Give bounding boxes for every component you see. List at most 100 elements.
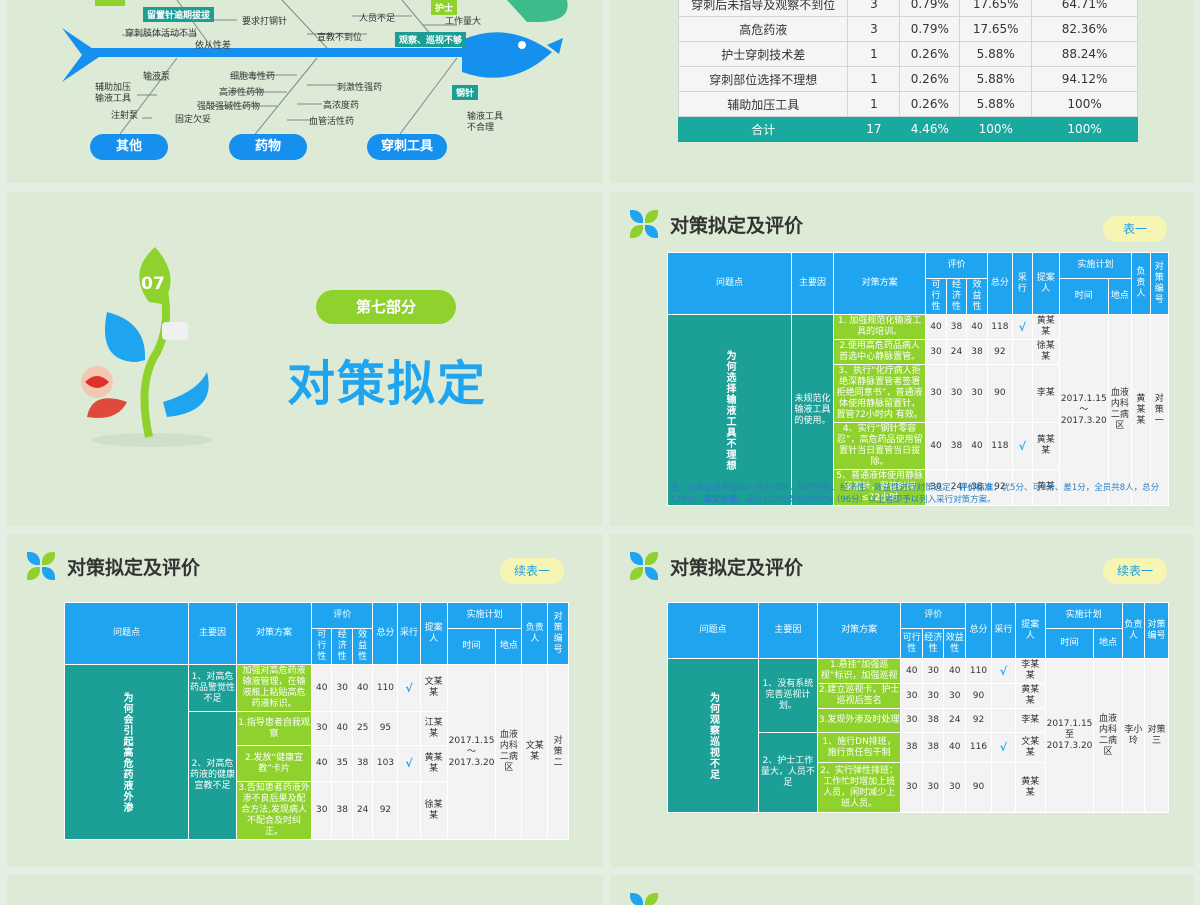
table-cell: 40	[966, 314, 988, 340]
slide-heading: 对策拟定及评价	[27, 552, 200, 580]
table-cell: 0.79%	[899, 16, 961, 42]
table-cell: 经济性	[331, 628, 353, 665]
plan-table-3: 问题点 主要因 对策方案 评价 总分 采行 提案人 实施计划 负责人 对策编号 可行性 经济性 效益性时…	[667, 602, 1169, 813]
table-cell	[397, 781, 421, 840]
table-cell: 100%	[959, 116, 1033, 142]
fishbone-label: 要求打钢针	[242, 17, 288, 27]
table-cell: 100%	[1031, 116, 1138, 142]
table-cell: 效益性	[943, 628, 966, 659]
plan-slide-2: 对策拟定及评价 续表一 问题点 主要因 对策方案 评价 总分 采行 提案人 实施计划 负责人 对策…	[7, 534, 603, 867]
slide-heading: 对策拟定及评价	[630, 552, 803, 580]
plan-slide-3: 对策拟定及评价 续表一 问题点 主要因 对策方案 评价 总分 采行 提案人 实施计划 负责人 对策…	[610, 534, 1194, 867]
fishbone-label: 血管活性药	[309, 117, 355, 127]
table-cell: 提案人	[1031, 252, 1060, 315]
table-cell: 地点	[495, 628, 523, 665]
table-row: 护士穿刺技术差 1 0.26% 5.88% 88.24%	[677, 41, 1138, 67]
table-cell: 总分	[965, 602, 992, 659]
table-cell: 采行	[397, 602, 421, 665]
fishbone-tag-top	[95, 0, 125, 6]
table-cell: 35	[331, 745, 353, 782]
table-cell: 1.悬挂“加强巡视”标识，加强巡视	[816, 658, 902, 684]
table-cell: 对策一	[1149, 314, 1170, 506]
table-cell: 实施计划	[1058, 252, 1133, 279]
table-cell: 92	[986, 339, 1013, 365]
table-cell: 对策二	[547, 664, 569, 840]
table-cell: √	[1011, 314, 1033, 340]
table-cell: 对策方案	[833, 252, 927, 315]
table-cell: 3	[847, 16, 901, 42]
table-cell: 黄某某	[1131, 314, 1151, 506]
fishbone-label: 输液泵	[143, 72, 171, 82]
table-cell: 40	[943, 658, 966, 684]
pareto-table: 穿刺后未指导及观察不到位 3 0.79% 17.65% 64.71% 高危药液 3 0.79%…	[677, 0, 1138, 142]
table-cell: 穿刺后未指导及观察不到位	[677, 0, 849, 17]
table-cell: 为何会引起高危药液外渗	[64, 664, 189, 840]
table-cell: 90	[965, 683, 992, 709]
table-cell: 黄某某	[1014, 683, 1046, 709]
table-cell: 为何选择输液工具不理想	[667, 314, 792, 506]
table-cell: 38	[921, 732, 945, 763]
next-slide-partial	[610, 875, 1194, 905]
table-cell: 经济性	[921, 628, 945, 659]
table-cell: 1	[847, 41, 901, 67]
table-row: 穿刺后未指导及观察不到位 3 0.79% 17.65% 64.71%	[677, 0, 1138, 17]
fishbone-slide: 留置针逾期拔拔 护士 观察、巡视不够 钢针 要求打钢针 穿刺肢体活动不当 依从性…	[7, 0, 603, 183]
table-cell: 38	[921, 708, 945, 733]
table-cell: 徐某某	[419, 781, 448, 840]
table-cell: 血液内科二病区	[1107, 314, 1133, 506]
table-cell: 江某某	[419, 711, 448, 746]
fishbone-category: 其他	[90, 134, 168, 160]
table-cell: 2.发放“健康宣教”卡片	[236, 745, 313, 782]
slide-title: 对策拟定及评价	[67, 556, 201, 579]
table-cell: 40	[311, 745, 333, 782]
table-cell: 总分	[372, 602, 399, 665]
table-cell: 负责人	[1121, 602, 1146, 659]
table-cell: 黄某某	[419, 745, 448, 782]
table-cell: 24	[943, 708, 966, 733]
table-row: 为何选择输液工具不理想 未规范化输液工具的使用。 1. 加强规范化输液工具的培训。 4…	[667, 314, 1170, 506]
table-row: 穿刺部位选择不理想 1 0.26% 5.88% 94.12%	[677, 66, 1138, 92]
plan-table-1: 问题点 主要因 对策方案 评价 总分 采行 提案人 实施计划 负责人 对策编号 可行性 经济性 效益性时…	[667, 252, 1170, 506]
table-cell: 30	[921, 658, 945, 684]
table-cell: 95	[372, 711, 399, 746]
table-cell	[990, 708, 1016, 733]
table-cell: 评价	[925, 252, 988, 279]
table-cell: 采行	[1011, 252, 1033, 315]
fishbone-label: 不合理	[467, 123, 495, 133]
table-cell: 提案人	[1014, 602, 1046, 659]
table-cell: 对策方案	[816, 602, 902, 659]
fishbone-label: 穿刺肢体活动不当	[125, 29, 198, 39]
table-cell: 主要因	[758, 602, 818, 659]
table-cell	[1011, 339, 1033, 365]
table-cell: 17.65%	[959, 0, 1033, 17]
table-cell: 30	[925, 364, 947, 423]
table-cell: 17.65%	[959, 16, 1033, 42]
fishbone-label: 依从性差	[195, 41, 232, 51]
fishbone-label: 固定欠妥	[175, 115, 212, 125]
clover-logo-icon	[630, 893, 658, 905]
table-note: 注：全体全员根据每一评价项目，依可行性、经济性、效益性进行对策选定。评价标准：优…	[670, 483, 1160, 505]
table-cell: 30	[921, 683, 945, 709]
table-cell: 25	[351, 711, 374, 746]
table-cell: 0.26%	[899, 91, 961, 117]
table-cell: 38	[351, 745, 374, 782]
table-cell: 5.88%	[959, 66, 1033, 92]
pareto-slide: 穿刺后未指导及观察不到位 3 0.79% 17.65% 64.71% 高危药液 3 0.79%…	[610, 0, 1194, 183]
table-cell: 实施计划	[1044, 602, 1123, 629]
table-cell: 血液内科二病区	[495, 664, 523, 840]
fishbone-tag: 钢针	[452, 85, 479, 100]
table-cell: √	[990, 732, 1016, 763]
table-cell: 100%	[1031, 91, 1138, 117]
table-cell: 5.88%	[959, 91, 1033, 117]
table-cell: 2017.1.15至2017.3.20	[1044, 658, 1095, 813]
table-cell	[1011, 364, 1033, 423]
table-row: 高危药液 3 0.79% 17.65% 82.36%	[677, 16, 1138, 42]
table-cell: 40	[925, 314, 947, 340]
table-cell: 提案人	[419, 602, 448, 665]
table-cell: 1、施行DN排班，施行责任包干制	[816, 732, 902, 763]
table-cell: 30	[925, 339, 947, 365]
table-cell: 黄某某	[1031, 314, 1060, 340]
table-cell: 40	[311, 664, 333, 712]
table-cell: √	[990, 658, 1016, 684]
table-cell: 0.26%	[899, 41, 961, 67]
